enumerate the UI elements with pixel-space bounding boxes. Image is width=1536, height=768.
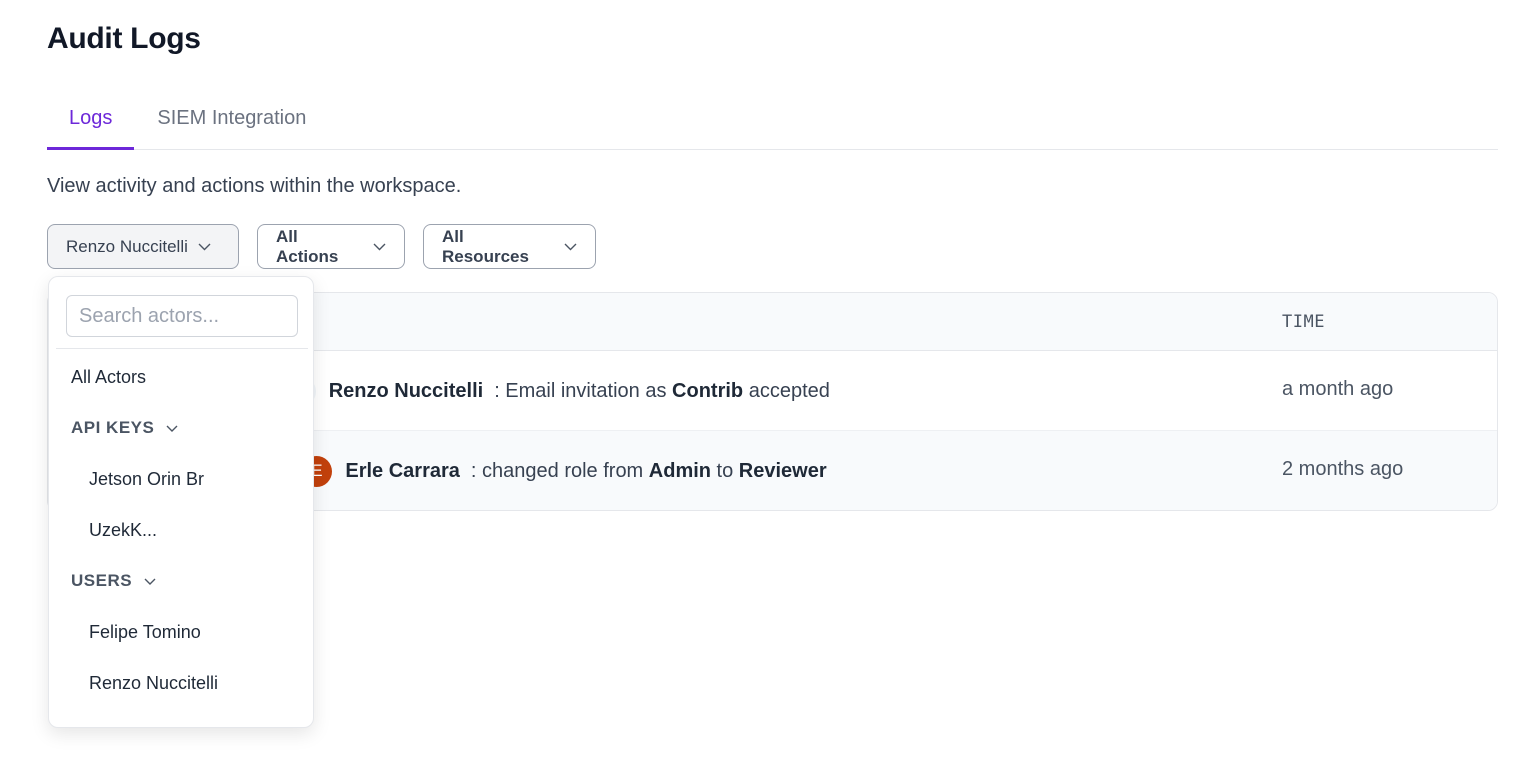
- chevron-down-icon: [373, 243, 386, 251]
- chevron-down-icon: [198, 243, 211, 251]
- log-time: 2 months ago: [1282, 458, 1404, 480]
- actor-search-input[interactable]: [66, 295, 298, 337]
- column-header-time: TIME: [1282, 312, 1325, 332]
- chevron-down-icon: [166, 425, 178, 432]
- log-actor: Renzo Nuccitelli: [328, 379, 484, 402]
- actions-filter-label: All Actions: [276, 226, 339, 266]
- log-message: lated E Erle Carrara : changed role from…: [244, 431, 827, 510]
- menu-item-user[interactable]: Renzo Nuccitelli: [89, 673, 218, 694]
- resources-filter-label: All Resources: [442, 226, 529, 266]
- tab-siem-integration[interactable]: SIEM Integration: [134, 98, 328, 150]
- group-header-users[interactable]: USERS: [71, 571, 156, 591]
- chevron-down-icon: [564, 243, 577, 251]
- menu-item-user[interactable]: Felipe Tomino: [89, 622, 201, 643]
- actor-filter-button[interactable]: Renzo Nuccitelli: [47, 224, 239, 269]
- tab-bar: Logs SIEM Integration: [47, 98, 1498, 150]
- log-message: led R Renzo Nuccitelli : Email invitatio…: [244, 351, 830, 431]
- actions-filter-button[interactable]: All Actions: [257, 224, 405, 269]
- actor-dropdown-menu: All Actors API KEYS Jetson Orin Br UzekK…: [48, 276, 314, 728]
- log-text: accepted: [743, 379, 830, 402]
- resources-filter-button[interactable]: All Resources: [423, 224, 596, 269]
- menu-item-all-actors[interactable]: All Actors: [71, 367, 146, 388]
- tab-logs[interactable]: Logs: [47, 98, 135, 150]
- actor-filter-label: Renzo Nuccitelli: [66, 236, 188, 256]
- group-header-api-keys[interactable]: API KEYS: [71, 418, 178, 438]
- log-role-to: Reviewer: [738, 459, 827, 482]
- divider: [56, 348, 308, 349]
- log-time: a month ago: [1282, 378, 1394, 400]
- log-role: Contrib: [672, 379, 744, 402]
- log-role-from: Admin: [648, 459, 711, 482]
- page-title: Audit Logs: [47, 22, 201, 55]
- menu-item-api-key[interactable]: Jetson Orin Br: [89, 469, 204, 490]
- group-label: USERS: [71, 571, 133, 590]
- page-subtitle: View activity and actions within the wor…: [47, 175, 462, 197]
- log-text: : Email invitation as: [494, 379, 673, 402]
- chevron-down-icon: [144, 578, 156, 585]
- log-actor: Erle Carrara: [345, 459, 460, 482]
- log-text: : changed role from: [470, 459, 649, 482]
- group-label: API KEYS: [71, 418, 155, 437]
- menu-item-api-key[interactable]: UzekK...: [89, 520, 157, 541]
- log-text: to: [711, 459, 739, 482]
